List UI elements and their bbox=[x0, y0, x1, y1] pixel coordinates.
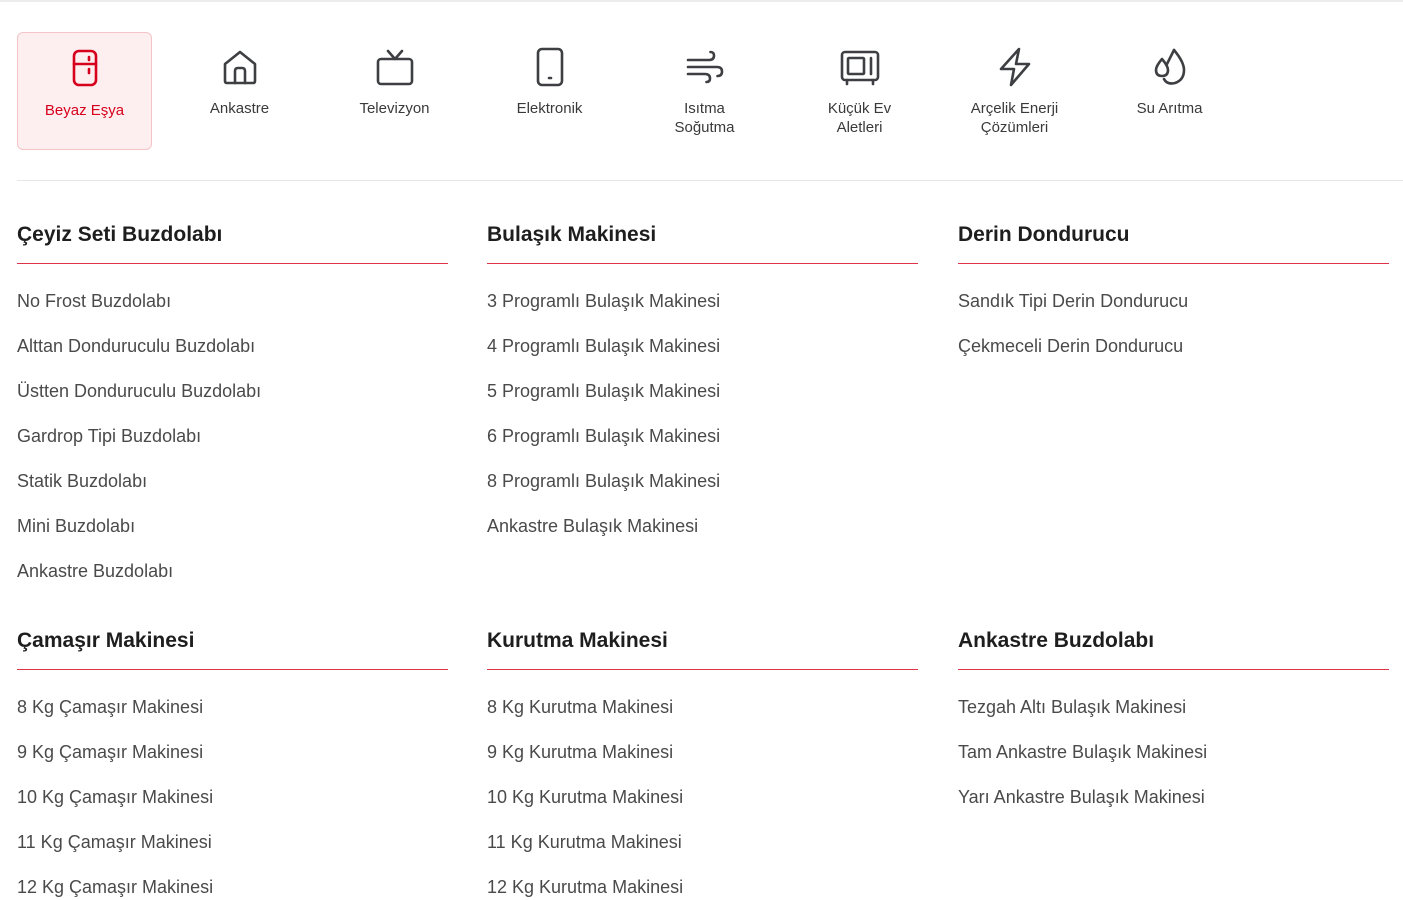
list-item[interactable]: 3 Programlı Bulaşık Makinesi bbox=[487, 288, 918, 333]
list-item[interactable]: Yarı Ankastre Bulaşık Makinesi bbox=[958, 784, 1389, 829]
group-title[interactable]: Kurutma Makinesi bbox=[487, 626, 918, 656]
list-item[interactable]: 10 Kg Çamaşır Makinesi bbox=[17, 784, 448, 829]
group-link-list: 8 Kg Kurutma Makinesi 9 Kg Kurutma Makin… bbox=[487, 694, 918, 900]
group-link-list: 3 Programlı Bulaşık Makinesi 4 Programlı… bbox=[487, 288, 918, 558]
section-divider bbox=[17, 180, 1403, 181]
category-label: Arçelik Enerji Çözümleri bbox=[970, 100, 1059, 136]
list-item[interactable]: No Frost Buzdolabı bbox=[17, 288, 448, 333]
category-elektronik[interactable]: Elektronik bbox=[482, 32, 617, 150]
list-item[interactable]: Tam Ankastre Bulaşık Makinesi bbox=[958, 739, 1389, 784]
phone-icon bbox=[530, 47, 570, 87]
list-item[interactable]: Tezgah Altı Bulaşık Makinesi bbox=[958, 694, 1389, 739]
microwave-icon bbox=[840, 47, 880, 87]
group-title-underline bbox=[958, 263, 1389, 264]
list-item[interactable]: 9 Kg Çamaşır Makinesi bbox=[17, 739, 448, 784]
list-item[interactable]: 9 Kg Kurutma Makinesi bbox=[487, 739, 918, 784]
list-item[interactable]: Alttan Donduruculu Buzdolabı bbox=[17, 333, 448, 378]
fridge-icon bbox=[65, 48, 105, 88]
group-title[interactable]: Çeyiz Seti Buzdolabı bbox=[17, 220, 448, 250]
group-title-underline bbox=[17, 263, 448, 264]
tv-icon bbox=[375, 47, 415, 87]
list-item[interactable]: 6 Programlı Bulaşık Makinesi bbox=[487, 423, 918, 468]
category-kucuk-ev-aletleri[interactable]: Küçük Ev Aletleri bbox=[792, 32, 927, 150]
lightning-icon bbox=[995, 47, 1035, 87]
category-label: Elektronik bbox=[516, 100, 583, 117]
category-televizyon[interactable]: Televizyon bbox=[327, 32, 462, 150]
top-border bbox=[0, 0, 1403, 2]
wind-icon bbox=[685, 47, 725, 87]
list-item[interactable]: Gardrop Tipi Buzdolabı bbox=[17, 423, 448, 468]
group-title[interactable]: Derin Dondurucu bbox=[958, 220, 1389, 250]
list-item[interactable]: Ankastre Buzdolabı bbox=[17, 558, 448, 603]
group-camasir-makinesi: Çamaşır Makinesi 8 Kg Çamaşır Makinesi 9… bbox=[17, 626, 448, 900]
category-label: Beyaz Eşya bbox=[44, 102, 125, 119]
list-item[interactable]: 8 Programlı Bulaşık Makinesi bbox=[487, 468, 918, 513]
list-item[interactable]: 5 Programlı Bulaşık Makinesi bbox=[487, 378, 918, 423]
list-item[interactable]: 10 Kg Kurutma Makinesi bbox=[487, 784, 918, 829]
group-ceyiz-seti-buzdolabi: Çeyiz Seti Buzdolabı No Frost Buzdolabı … bbox=[17, 220, 448, 603]
group-bulasik-makinesi: Bulaşık Makinesi 3 Programlı Bulaşık Mak… bbox=[487, 220, 918, 558]
group-link-list: 8 Kg Çamaşır Makinesi 9 Kg Çamaşır Makin… bbox=[17, 694, 448, 900]
group-kurutma-makinesi: Kurutma Makinesi 8 Kg Kurutma Makinesi 9… bbox=[487, 626, 918, 900]
list-item[interactable]: 8 Kg Çamaşır Makinesi bbox=[17, 694, 448, 739]
group-title[interactable]: Bulaşık Makinesi bbox=[487, 220, 918, 250]
home-icon bbox=[220, 47, 260, 87]
category-isitma-sogutma[interactable]: Isıtma Soğutma bbox=[637, 32, 772, 150]
list-item[interactable]: 8 Kg Kurutma Makinesi bbox=[487, 694, 918, 739]
group-link-list: No Frost Buzdolabı Alttan Donduruculu Bu… bbox=[17, 288, 448, 603]
category-label: Ankastre bbox=[209, 100, 270, 117]
list-item[interactable]: Statik Buzdolabı bbox=[17, 468, 448, 513]
list-item[interactable]: Üstten Donduruculu Buzdolabı bbox=[17, 378, 448, 423]
list-item[interactable]: Ankastre Bulaşık Makinesi bbox=[487, 513, 918, 558]
group-derin-dondurucu: Derin Dondurucu Sandık Tipi Derin Dondur… bbox=[958, 220, 1389, 378]
group-link-list: Tezgah Altı Bulaşık Makinesi Tam Ankastr… bbox=[958, 694, 1389, 829]
list-item[interactable]: Mini Buzdolabı bbox=[17, 513, 448, 558]
category-ankastre[interactable]: Ankastre bbox=[172, 32, 307, 150]
list-item[interactable]: 11 Kg Kurutma Makinesi bbox=[487, 829, 918, 874]
category-label: Televizyon bbox=[359, 100, 430, 117]
list-item[interactable]: 12 Kg Kurutma Makinesi bbox=[487, 874, 918, 900]
category-label: Küçük Ev Aletleri bbox=[827, 100, 892, 136]
list-item[interactable]: 12 Kg Çamaşır Makinesi bbox=[17, 874, 448, 900]
category-label: Isıtma Soğutma bbox=[674, 100, 735, 136]
category-label: Su Arıtma bbox=[1136, 100, 1203, 117]
group-title-underline bbox=[487, 669, 918, 670]
group-ankastre-buzdolabi: Ankastre Buzdolabı Tezgah Altı Bulaşık M… bbox=[958, 626, 1389, 829]
group-title[interactable]: Ankastre Buzdolabı bbox=[958, 626, 1389, 656]
list-item[interactable]: 11 Kg Çamaşır Makinesi bbox=[17, 829, 448, 874]
category-su-aritma[interactable]: Su Arıtma bbox=[1102, 32, 1237, 150]
category-arcelik-enerji-cozumleri[interactable]: Arçelik Enerji Çözümleri bbox=[947, 32, 1082, 150]
category-beyaz-esya[interactable]: Beyaz Eşya bbox=[17, 32, 152, 150]
list-item[interactable]: 4 Programlı Bulaşık Makinesi bbox=[487, 333, 918, 378]
group-link-list: Sandık Tipi Derin Dondurucu Çekmeceli De… bbox=[958, 288, 1389, 378]
group-title-underline bbox=[958, 669, 1389, 670]
group-title-underline bbox=[17, 669, 448, 670]
list-item[interactable]: Sandık Tipi Derin Dondurucu bbox=[958, 288, 1389, 333]
group-title-underline bbox=[487, 263, 918, 264]
group-title[interactable]: Çamaşır Makinesi bbox=[17, 626, 448, 656]
list-item[interactable]: Çekmeceli Derin Dondurucu bbox=[958, 333, 1389, 378]
water-drops-icon bbox=[1150, 47, 1190, 87]
category-bar: Beyaz Eşya Ankastre Televizyon Elektroni… bbox=[17, 32, 1403, 150]
